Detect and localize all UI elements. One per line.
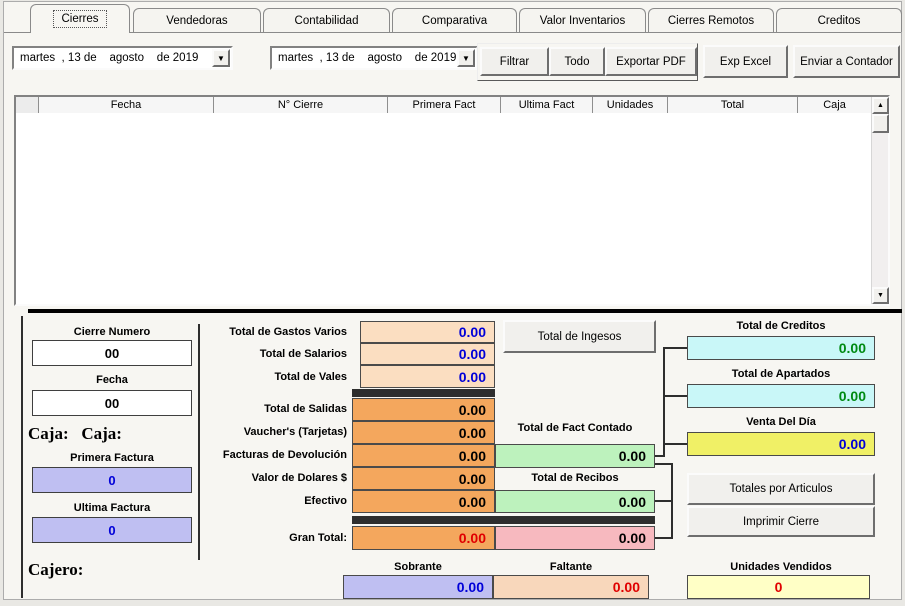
- table-header-row: Fecha N° Cierre Primera Fact Ultima Fact…: [16, 97, 871, 113]
- caja-label: Caja: Caja:: [28, 424, 122, 444]
- recibos-diferencia-value: 0.00: [495, 526, 655, 550]
- fact-contado-label: Total de Fact Contado: [495, 422, 655, 435]
- date-to-value: martes , 13 de agosto de 2019: [272, 48, 456, 68]
- gastos-varios-value: 0.00: [360, 321, 495, 343]
- creditos-value: 0.00: [687, 336, 875, 360]
- exportar-pdf-button[interactable]: Exportar PDF: [605, 47, 697, 76]
- todo-button[interactable]: Todo: [549, 47, 605, 76]
- gran-total-value: 0.00: [352, 526, 495, 550]
- horizontal-separator: [28, 309, 902, 313]
- sobrante-value: 0.00: [343, 575, 493, 599]
- vauchers-label: Vaucher's (Tarjetas): [160, 426, 347, 439]
- devolucion-label: Facturas de Devolución: [160, 449, 347, 462]
- efectivo-label: Efectivo: [160, 495, 347, 508]
- tab-cierres-remotos[interactable]: Cierres Remotos: [648, 8, 774, 32]
- venta-dia-label: Venta Del Día: [687, 416, 875, 429]
- table-header-total[interactable]: Total: [668, 97, 798, 113]
- table-header-fecha[interactable]: Fecha: [39, 97, 214, 113]
- dolares-value: 0.00: [352, 467, 495, 490]
- connector-line: [671, 463, 673, 539]
- apartados-value: 0.00: [687, 384, 875, 408]
- imprimir-cierre-button[interactable]: Imprimir Cierre: [687, 506, 875, 537]
- devolucion-value: 0.00: [352, 444, 495, 467]
- tab-cierres-remotos-label: Cierres Remotos: [668, 15, 754, 27]
- connector-line: [655, 463, 671, 465]
- total-ingresos-button[interactable]: Total de Ingesos: [503, 320, 656, 353]
- tab-vendedoras-label: Vendedoras: [166, 15, 227, 27]
- chevron-down-icon: ▼: [462, 54, 470, 63]
- table-header-unidades[interactable]: Unidades: [593, 97, 668, 113]
- cajero-label: Cajero:: [28, 560, 83, 580]
- tab-valor-inventarios-label: Valor Inventarios: [540, 15, 625, 27]
- faltante-value: 0.00: [493, 575, 649, 599]
- date-to-combo[interactable]: martes , 13 de agosto de 2019 ▼: [270, 46, 478, 70]
- connector-line: [663, 395, 687, 397]
- salidas-label: Total de Salidas: [160, 403, 347, 416]
- cierres-table: Fecha N° Cierre Primera Fact Ultima Fact…: [14, 95, 890, 306]
- totales-articulos-button[interactable]: Totales por Articulos: [687, 473, 875, 505]
- vales-value: 0.00: [360, 365, 495, 388]
- arrow-down-icon: ▼: [877, 292, 884, 299]
- faltante-label: Faltante: [493, 561, 649, 574]
- table-header-selector: [16, 97, 39, 113]
- left-vertical-separator: [21, 316, 23, 598]
- vales-label: Total de Vales: [160, 371, 347, 384]
- tabstrip-baseline: [4, 32, 901, 33]
- tab-creditos-label: Creditos: [818, 15, 861, 27]
- table-header-caja[interactable]: Caja: [798, 97, 871, 113]
- tab-contabilidad[interactable]: Contabilidad: [263, 8, 390, 32]
- vertical-scrollbar[interactable]: ▲ ▼: [871, 97, 888, 304]
- creditos-label: Total de Creditos: [687, 320, 875, 333]
- sobrante-label: Sobrante: [343, 561, 493, 574]
- apartados-label: Total de Apartados: [687, 368, 875, 381]
- fact-contado-value: 0.00: [495, 444, 655, 468]
- tab-vendedoras[interactable]: Vendedoras: [133, 8, 261, 32]
- date-from-value: martes , 13 de agosto de 2019: [14, 48, 211, 68]
- table-header-ultima-fact[interactable]: Ultima Fact: [501, 97, 593, 113]
- arrow-up-icon: ▲: [877, 102, 884, 109]
- table-header-primera-fact[interactable]: Primera Fact: [388, 97, 501, 113]
- salidas-separator-bar: [352, 389, 495, 397]
- tab-comparativa[interactable]: Comparativa: [392, 8, 517, 32]
- vauchers-value: 0.00: [352, 421, 495, 444]
- venta-dia-value: 0.00: [687, 432, 875, 456]
- table-header-ncierre[interactable]: N° Cierre: [214, 97, 388, 113]
- dolares-label: Valor de Dolares $: [160, 472, 347, 485]
- scrollbar-thumb[interactable]: [872, 114, 889, 133]
- connector-line: [655, 537, 673, 539]
- scrollbar-down-button[interactable]: ▼: [872, 287, 889, 304]
- tab-cierres[interactable]: Cierres: [30, 4, 130, 33]
- salarios-value: 0.00: [360, 343, 495, 365]
- filtrar-button[interactable]: Filtrar: [480, 47, 549, 76]
- salidas-value: 0.00: [352, 398, 495, 421]
- unidades-vendidos-label: Unidades Vendidos: [687, 561, 875, 574]
- connector-line: [655, 500, 671, 502]
- recibos-value: 0.00: [495, 490, 655, 513]
- app-window: Cierres Vendedoras Contabilidad Comparat…: [0, 0, 905, 606]
- date-to-dropdown-button[interactable]: ▼: [457, 49, 475, 67]
- connector-line: [663, 443, 687, 445]
- tab-valor-inventarios[interactable]: Valor Inventarios: [519, 8, 646, 32]
- enviar-contador-button[interactable]: Enviar a Contador: [793, 45, 900, 78]
- gastos-varios-label: Total de Gastos Varios: [160, 326, 347, 339]
- chevron-down-icon: ▼: [217, 54, 225, 63]
- recibos-label: Total de Recibos: [495, 472, 655, 485]
- date-from-dropdown-button[interactable]: ▼: [212, 49, 230, 67]
- connector-line: [663, 347, 687, 349]
- gran-total-separator-bar: [352, 516, 655, 524]
- scrollbar-up-button[interactable]: ▲: [872, 97, 889, 114]
- connector-line: [663, 347, 665, 457]
- tab-cierres-label: Cierres: [54, 11, 105, 27]
- salarios-label: Total de Salarios: [160, 348, 347, 361]
- tab-creditos[interactable]: Creditos: [776, 8, 902, 32]
- tab-contabilidad-label: Contabilidad: [295, 15, 359, 27]
- tab-comparativa-label: Comparativa: [422, 15, 487, 27]
- unidades-vendidos-value: 0: [687, 575, 870, 599]
- exp-excel-button[interactable]: Exp Excel: [703, 45, 788, 78]
- date-from-combo[interactable]: martes , 13 de agosto de 2019 ▼: [12, 46, 233, 70]
- efectivo-value: 0.00: [352, 490, 495, 513]
- gran-total-label: Gran Total:: [160, 532, 347, 545]
- table-body-empty: [16, 113, 871, 304]
- connector-line: [655, 455, 665, 457]
